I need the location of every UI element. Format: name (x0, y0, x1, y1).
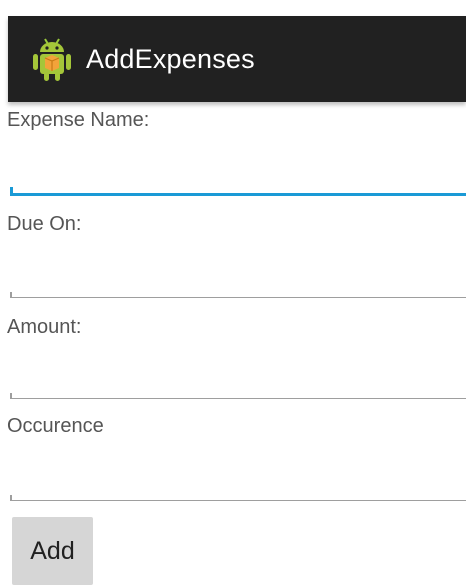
due-on-underline (10, 292, 466, 298)
occurence-underline (10, 495, 466, 501)
due-on-label: Due On: (7, 213, 82, 235)
occurence-label: Occurence (7, 415, 104, 437)
action-bar: AddExpenses (8, 16, 466, 102)
expense-name-input[interactable] (10, 158, 466, 192)
android-app-icon (33, 38, 71, 81)
add-button[interactable]: Add (12, 517, 93, 585)
app-title: AddExpenses (86, 44, 255, 74)
due-on-input[interactable] (10, 262, 466, 296)
expense-name-underline (10, 187, 466, 196)
amount-label: Amount: (7, 316, 82, 338)
occurence-input[interactable] (10, 465, 466, 499)
amount-input[interactable] (10, 364, 466, 398)
amount-underline (10, 393, 466, 399)
expense-name-label: Expense Name: (7, 109, 150, 131)
app-window: AddExpenses Expense Name: Due On: Amount… (0, 0, 466, 585)
